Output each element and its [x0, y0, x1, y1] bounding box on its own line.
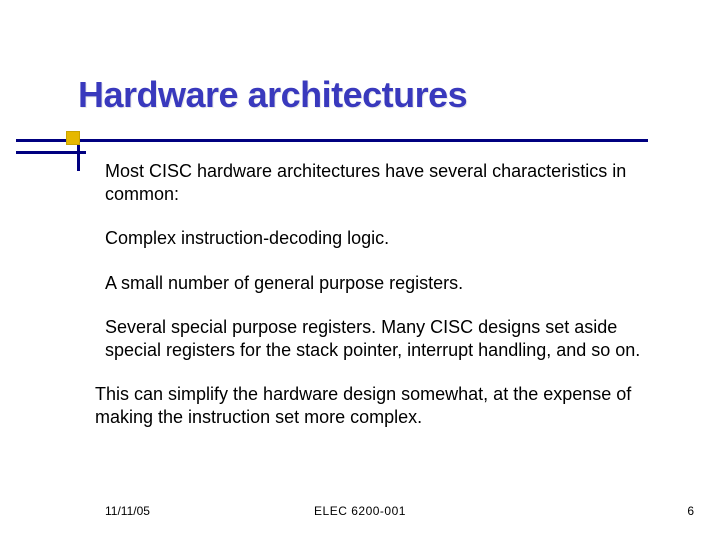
rule-short	[16, 151, 86, 154]
footer-course: ELEC 6200-001	[0, 504, 720, 518]
footer-page-number: 6	[687, 504, 694, 518]
paragraph: Complex instruction-decoding logic.	[105, 227, 665, 250]
title-wrap: Hardware architectures	[78, 76, 638, 114]
accent-square-icon	[66, 131, 80, 145]
rule-vertical	[77, 143, 80, 171]
slide-body: Most CISC hardware architectures have se…	[105, 160, 665, 428]
paragraph: Most CISC hardware architectures have se…	[105, 160, 665, 205]
paragraph: This can simplify the hardware design so…	[95, 383, 670, 428]
paragraph: A small number of general purpose regist…	[105, 272, 665, 295]
slide-title: Hardware architectures	[78, 76, 638, 114]
rule-long	[16, 139, 648, 142]
paragraph: Several special purpose registers. Many …	[105, 316, 665, 361]
slide: Hardware architectures Most CISC hardwar…	[0, 0, 720, 540]
